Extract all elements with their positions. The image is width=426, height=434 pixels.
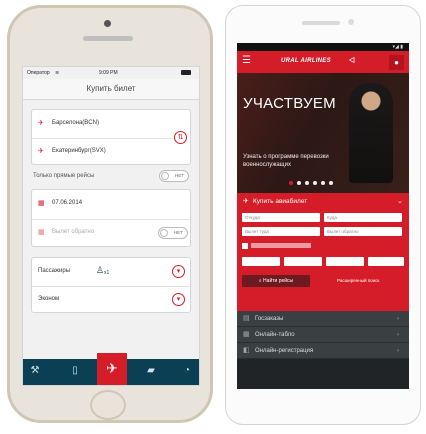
chevron-right-icon: › [397,316,399,322]
hero-subtitle: Узнать о программе перевозки военнослужа… [243,154,329,168]
class-label: Эконом [38,296,60,302]
brand-logo-mark-icon: ᐊ [349,56,356,65]
battery-icon [181,70,191,75]
flight-board-icon: ▦ [243,331,250,338]
iphone-camera [104,20,111,27]
menu-item-gov-orders[interactable]: ▤ Госзаказы › [237,311,409,327]
tab-phone-icon[interactable]: ▯ [67,365,83,376]
checkin-icon: ◧ [243,347,250,354]
passengers-card: Пассажиры ♙ x1 ▾ Эконом ▾ [31,257,192,314]
direct-flights-label: Только прямые рейсы [33,173,95,179]
search-flights-button[interactable]: ⌕ Найти рейсы [242,275,310,287]
android-status-bar: ▾◢ ▮ [237,43,409,51]
to-input[interactable]: Куда [324,213,402,222]
collapse-chevron-icon[interactable]: ⌄ [397,197,403,205]
from-input[interactable]: Откуда [242,213,320,222]
passenger-count: x1 [104,270,110,276]
menu-item-label: Онлайн-табло [255,332,295,338]
plane-arrive-icon: ✈ [38,148,44,155]
menu-item-flight-board[interactable]: ▦ Онлайн-табло › [237,327,409,343]
dates-card: ▦ 07.06.2014 ▦ Вылет обратно НЕТ [31,189,192,248]
menu-icon[interactable]: ☰ [242,56,251,66]
plane-depart-icon: ✈ [38,120,44,127]
passengers-label: Пассажиры [38,268,71,274]
tab-more-icon[interactable]: ◔ [179,365,195,376]
direct-checkbox-label [251,243,311,248]
tab-tools-icon[interactable]: ⚒ [27,365,43,376]
chevron-right-icon: › [397,332,399,338]
brand-logo: URAL AIRLINES [281,58,331,64]
depart-input[interactable]: Вылет туда [242,227,320,236]
iphone-earpiece [83,36,133,41]
return-toggle[interactable]: НЕТ [158,227,188,239]
calendar-icon: ▦ [38,200,45,207]
return-input[interactable]: Вылет обратно [324,227,402,236]
iphone-device: Оператор ≋ 9:09 PM Купить билет ✈ Барсел… [7,5,213,423]
page-title: Купить билет [23,79,199,100]
passengers-row[interactable]: Пассажиры ♙ x1 ▾ [32,258,192,287]
swap-cities-icon[interactable]: ⇅ [174,131,187,144]
class-row[interactable]: Эконом ▾ [32,286,192,314]
direct-checkbox[interactable] [242,243,248,249]
gov-orders-icon: ▤ [243,315,250,322]
carousel-dot[interactable] [289,181,293,185]
carousel-dot[interactable] [321,181,325,185]
to-row[interactable]: ✈ Екатеринбург(SVX) [32,138,172,166]
depart-date-row[interactable]: ▦ 07.06.2014 [32,190,192,220]
infants-select[interactable] [326,257,364,266]
adults-select[interactable] [242,257,280,266]
calendar-return-icon: ▦ [38,229,45,236]
signal-icon: ▾◢ ▮ [392,44,404,50]
wifi-icon: ≋ [55,70,60,76]
depart-date: 07.06.2014 [52,200,83,206]
to-city: Екатеринбург(SVX) [52,148,106,154]
android-camera [348,19,354,25]
class-select[interactable] [368,257,404,266]
class-dropdown-icon[interactable]: ▾ [172,293,185,306]
from-city: Барселона(BCN) [52,120,99,126]
carousel-dot[interactable] [297,181,301,185]
menu-item-label: Госзаказы [255,316,284,322]
route-card: ✈ Барселона(BCN) ✈ Екатеринбург(SVX) ⇅ [31,109,191,165]
user-icon[interactable]: ● [389,55,404,70]
booking-form-title: Купить авиабилет [253,198,308,205]
android-speaker [302,21,340,25]
from-row[interactable]: ✈ Барселона(BCN) [32,110,172,139]
carrier-label: Оператор [27,70,50,76]
passengers-dropdown-icon[interactable]: ▾ [172,265,185,278]
search-flights-label: Найти рейсы [263,278,294,284]
iphone-screen: Оператор ≋ 9:09 PM Купить билет ✈ Барсел… [22,66,200,386]
android-device: ▾◢ ▮ ☰ URAL AIRLINES ᐊ ● УЧАСТВУЕМ Узнат… [225,5,421,425]
carousel-dot[interactable] [329,181,333,185]
advanced-search-link[interactable]: Расширенный поиск [337,278,379,283]
carousel-dot[interactable] [313,181,317,185]
hero-title: УЧАСТВУЕМ [243,95,336,112]
passenger-icon: ♙ [96,265,105,275]
tab-baggage-icon[interactable]: ▰ [143,365,159,376]
promo-banner[interactable]: УЧАСТВУЕМ Узнать о программе перевозки в… [237,73,409,193]
plane-icon: ✈ [243,198,249,205]
app-header: ☰ URAL AIRLINES ᐊ ● [237,51,409,73]
direct-flights-toggle[interactable]: НЕТ [159,170,189,182]
children-select[interactable] [284,257,322,266]
menu-item-online-checkin[interactable]: ◧ Онлайн-регистрация › [237,343,409,359]
home-button[interactable] [90,390,126,420]
booking-form: ✈ Купить авиабилет ⌄ Откуда Куда Вылет т… [237,193,409,311]
ios-status-bar: Оператор ≋ 9:09 PM [23,67,199,79]
return-date-row[interactable]: ▦ Вылет обратно НЕТ [32,219,192,248]
chevron-right-icon: › [397,348,399,354]
tab-bar: ⚒ ▯ ✈ ▰ ◔ [23,353,199,385]
tab-flights-icon[interactable]: ✈ [97,353,127,385]
android-screen: ▾◢ ▮ ☰ URAL AIRLINES ᐊ ● УЧАСТВУЕМ Узнат… [237,43,409,389]
menu-item-label: Онлайн-регистрация [255,348,314,354]
carousel-dot[interactable] [305,181,309,185]
time-label: 9:09 PM [99,70,118,76]
return-label: Вылет обратно [52,229,95,235]
hero-figure [349,83,393,183]
